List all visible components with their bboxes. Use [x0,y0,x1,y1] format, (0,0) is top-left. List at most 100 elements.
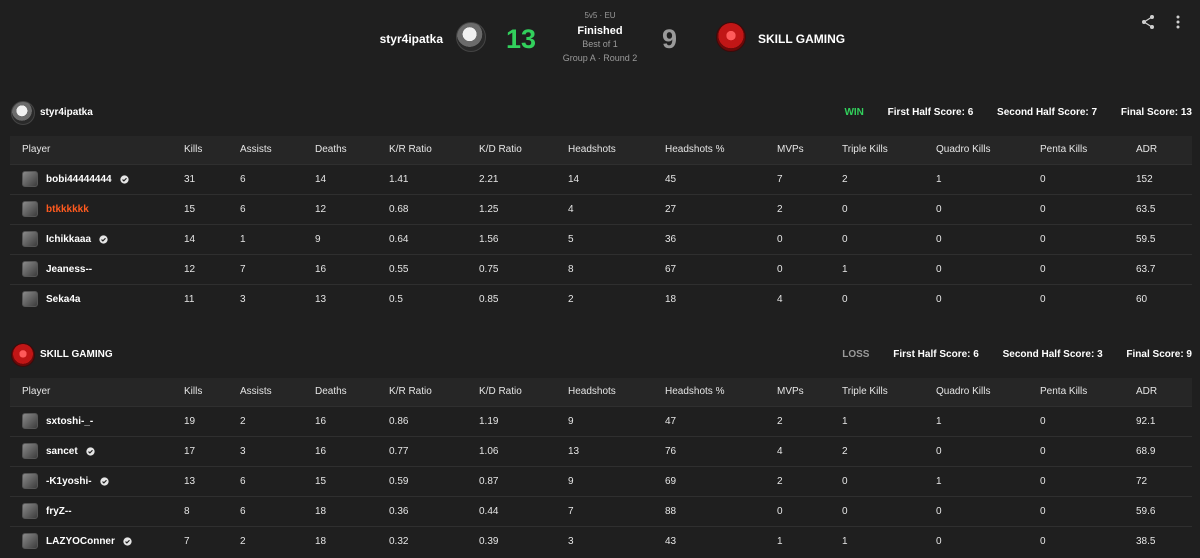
stat-cell: 0 [842,465,936,496]
stat-cell: 1.41 [389,163,479,194]
final-score: Final Score: 13 [1120,107,1192,118]
stat-cell: 3 [240,435,315,466]
stat-cell: 1 [936,405,1040,436]
player-avatar[interactable] [22,201,38,217]
player-name[interactable]: Jeaness-- [46,264,92,275]
stat-cell: 0 [936,525,1040,556]
column-header: K/R Ratio [389,386,432,398]
stat-cell: 7 [777,163,842,194]
player-name[interactable]: bobi44444444 [46,174,112,185]
stat-cell: 7 [240,253,315,284]
player-info: LAZYOConner [22,533,184,550]
player-name[interactable]: sxtoshi-_- [46,416,93,427]
player-avatar[interactable] [22,261,38,277]
player-info: Seka4a [22,291,184,308]
player-avatar[interactable] [22,171,38,187]
player-info: sancet [22,443,184,459]
table-row: -K1yoshi- 13 6 15 0.59 0.87 9 69 2 0 1 0 72 [10,465,1192,496]
player-name[interactable]: sancet [46,446,78,457]
player-name[interactable]: btkkkkkk [46,204,89,215]
stat-cell: 0 [1040,253,1136,284]
player-info: Jeaness-- [22,261,184,277]
stat-cell: 1 [842,253,936,284]
share-icon[interactable] [1140,14,1156,30]
table-row: Ichikkaaa 14 1 9 0.64 1.56 5 36 0 0 0 0 59.5 [10,223,1192,254]
player-cell: btkkkkkk [10,193,184,224]
player-avatar[interactable] [22,443,38,459]
team-a-name[interactable]: styr4ipatka [380,32,443,46]
more-options-icon[interactable] [1170,14,1186,30]
stat-cell: 1.06 [479,435,568,466]
team-b-name[interactable]: SKILL GAMING [758,32,845,46]
player-avatar[interactable] [22,413,38,429]
column-header: ADR [1136,144,1158,156]
player-info: btkkkkkk [22,201,184,217]
match-status: Finished [577,25,623,37]
player-avatar[interactable] [22,231,38,247]
player-cell: Ichikkaaa [10,223,184,254]
team-a-avatar-small[interactable] [11,101,35,125]
stat-cell: 0 [936,495,1040,526]
team-b-section: SKILL GAMING LOSS First Half Score: 6 Se… [10,340,1192,556]
player-name[interactable]: Ichikkaaa [46,234,91,245]
stat-cell: 4 [568,193,665,224]
stat-cell: 2 [568,283,665,314]
verified-icon [99,476,109,486]
stat-cell: 19 [184,405,240,436]
stat-cell: 36 [665,223,777,254]
stat-cell: 0 [777,253,842,284]
team-a-bar: styr4ipatka WIN First Half Score: 6 Seco… [10,98,1192,128]
stat-cell: 13 [184,465,240,496]
player-name[interactable]: fryZ-- [46,506,72,517]
player-cell: bobi44444444 [10,163,184,194]
stat-cell: 1 [240,223,315,254]
player-name[interactable]: -K1yoshi- [46,476,92,487]
column-header: Assists [240,386,272,398]
player-avatar[interactable] [22,473,38,489]
stat-cell: 0 [1040,435,1136,466]
player-avatar[interactable] [22,533,38,550]
stat-cell: 1 [777,525,842,556]
team-b-bar: SKILL GAMING LOSS First Half Score: 6 Se… [10,340,1192,370]
column-header: Penta Kills [1040,144,1088,156]
stat-cell: 15 [184,193,240,224]
stat-cell: 2 [842,163,936,194]
stat-cell: 2 [777,405,842,436]
stat-cell: 0 [1040,405,1136,436]
player-info: bobi44444444 [22,171,184,187]
verified-icon [119,174,129,184]
group-round: Group A · Round 2 [562,53,638,63]
player-name[interactable]: LAZYOConner [46,536,115,547]
stat-cell: 0 [842,193,936,224]
stat-cell: 12 [315,193,389,224]
stat-cell: 2 [777,465,842,496]
team-a-score: 13 [506,24,537,54]
second-half-score: Second Half Score: 7 [997,107,1098,118]
player-avatar[interactable] [22,503,38,519]
column-header: K/D Ratio [479,386,522,398]
stat-cell: 13 [315,283,389,314]
team-a-avatar[interactable] [456,22,486,52]
stat-cell: 16 [315,253,389,284]
player-cell: sancet [10,435,184,466]
team-b-logo-small[interactable] [11,343,35,367]
table-row: sxtoshi-_- 19 2 16 0.86 1.19 9 47 2 1 1 0 92.1 [10,405,1192,436]
column-header: Kills [184,144,203,156]
stat-cell: 8 [568,253,665,284]
team-b-stats-table: Player Kills Assists Deaths K/R Ratio K/D Rat… [10,378,1192,556]
team-b-score: 9 [662,24,678,54]
player-avatar[interactable] [22,291,38,308]
player-name[interactable]: Seka4a [46,294,80,305]
column-header: K/D Ratio [479,144,522,156]
column-header: Deaths [315,144,347,156]
stat-cell: 0.77 [389,435,479,466]
table-row: Seka4a 11 3 13 0.5 0.85 2 18 4 0 0 0 60 [10,283,1192,314]
stat-cell: 59.5 [1136,223,1192,254]
stat-cell: 0.32 [389,525,479,556]
player-info: sxtoshi-_- [22,413,184,429]
stat-cell: 0.86 [389,405,479,436]
team-a-section-name[interactable]: styr4ipatka [40,107,93,118]
team-b-logo[interactable] [716,22,746,52]
team-b-section-name[interactable]: SKILL GAMING [40,349,113,360]
stat-cell: 47 [665,405,777,436]
